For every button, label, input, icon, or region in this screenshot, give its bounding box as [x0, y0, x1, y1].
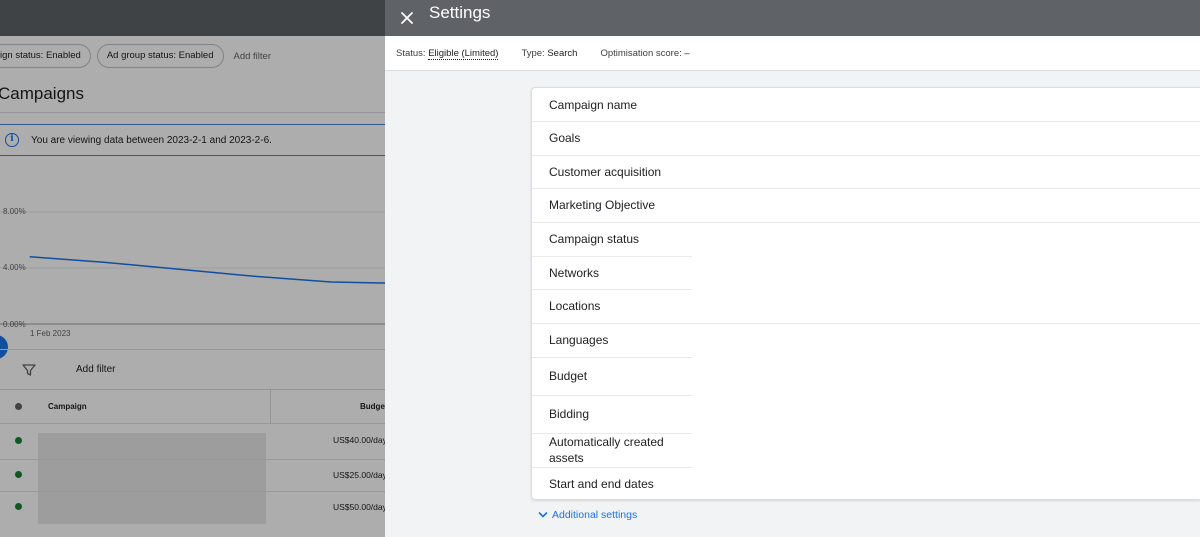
- status-label: Status:: [396, 47, 426, 59]
- close-icon: [401, 12, 413, 24]
- close-button[interactable]: [399, 10, 415, 26]
- settings-card: Campaign name Goals Customer acquisition…: [531, 87, 1200, 500]
- setting-row-campaign-status[interactable]: Campaign status: [532, 222, 1200, 256]
- setting-label: Campaign status: [549, 232, 640, 246]
- type-label: Type:: [521, 47, 545, 59]
- setting-row-goals[interactable]: Goals: [532, 121, 1200, 155]
- settings-header: Settings: [385, 0, 1200, 36]
- setting-label: Budget: [549, 369, 588, 383]
- status-value[interactable]: Eligible (Limited): [428, 47, 499, 60]
- settings-title: Settings: [429, 3, 491, 22]
- setting-label: Customer acquisition: [549, 164, 662, 179]
- setting-label: Start and end dates: [549, 476, 654, 491]
- setting-row-customer-acquisition[interactable]: Customer acquisition: [532, 155, 1200, 188]
- setting-row-automatically-created-assets[interactable]: Automatically created assets: [532, 433, 1200, 467]
- setting-label: Locations: [549, 299, 601, 313]
- setting-label: Bidding: [549, 407, 590, 421]
- optimisation-summary: Optimisation score: –: [600, 48, 689, 59]
- optimisation-label: Optimisation score:: [600, 47, 682, 59]
- setting-label: Networks: [549, 265, 600, 280]
- status-summary: Status: Eligible (Limited): [396, 47, 499, 60]
- setting-label: Goals: [549, 131, 581, 145]
- setting-label: Languages: [549, 333, 609, 347]
- type-value: Search: [547, 47, 578, 59]
- campaign-summary-bar: Status: Eligible (Limited) Type: Search …: [385, 36, 1200, 71]
- setting-row-budget[interactable]: Budget: [532, 357, 1200, 395]
- setting-row-networks[interactable]: Networks: [532, 256, 1200, 289]
- setting-label: Campaign name: [549, 97, 638, 112]
- setting-row-bidding[interactable]: Bidding: [532, 395, 1200, 433]
- setting-label: Marketing Objective: [549, 198, 656, 212]
- setting-row-languages[interactable]: Languages: [532, 323, 1200, 357]
- chevron-down-icon: [538, 512, 548, 518]
- additional-settings-toggle[interactable]: Additional settings: [538, 509, 637, 521]
- additional-settings-label: Additional settings: [552, 509, 638, 521]
- modal-scrim[interactable]: [0, 0, 385, 537]
- setting-row-marketing-objective[interactable]: Marketing Objective: [532, 188, 1200, 222]
- setting-row-start-and-end-dates[interactable]: Start and end dates: [532, 467, 1200, 500]
- type-summary: Type: Search: [521, 48, 577, 59]
- settings-panel: Settings Status: Eligible (Limited) Type…: [385, 0, 1200, 537]
- optimisation-value: –: [684, 47, 690, 59]
- setting-label: Automatically created assets: [549, 435, 664, 465]
- setting-row-locations[interactable]: Locations: [532, 289, 1200, 323]
- setting-row-campaign-name[interactable]: Campaign name: [532, 88, 1200, 121]
